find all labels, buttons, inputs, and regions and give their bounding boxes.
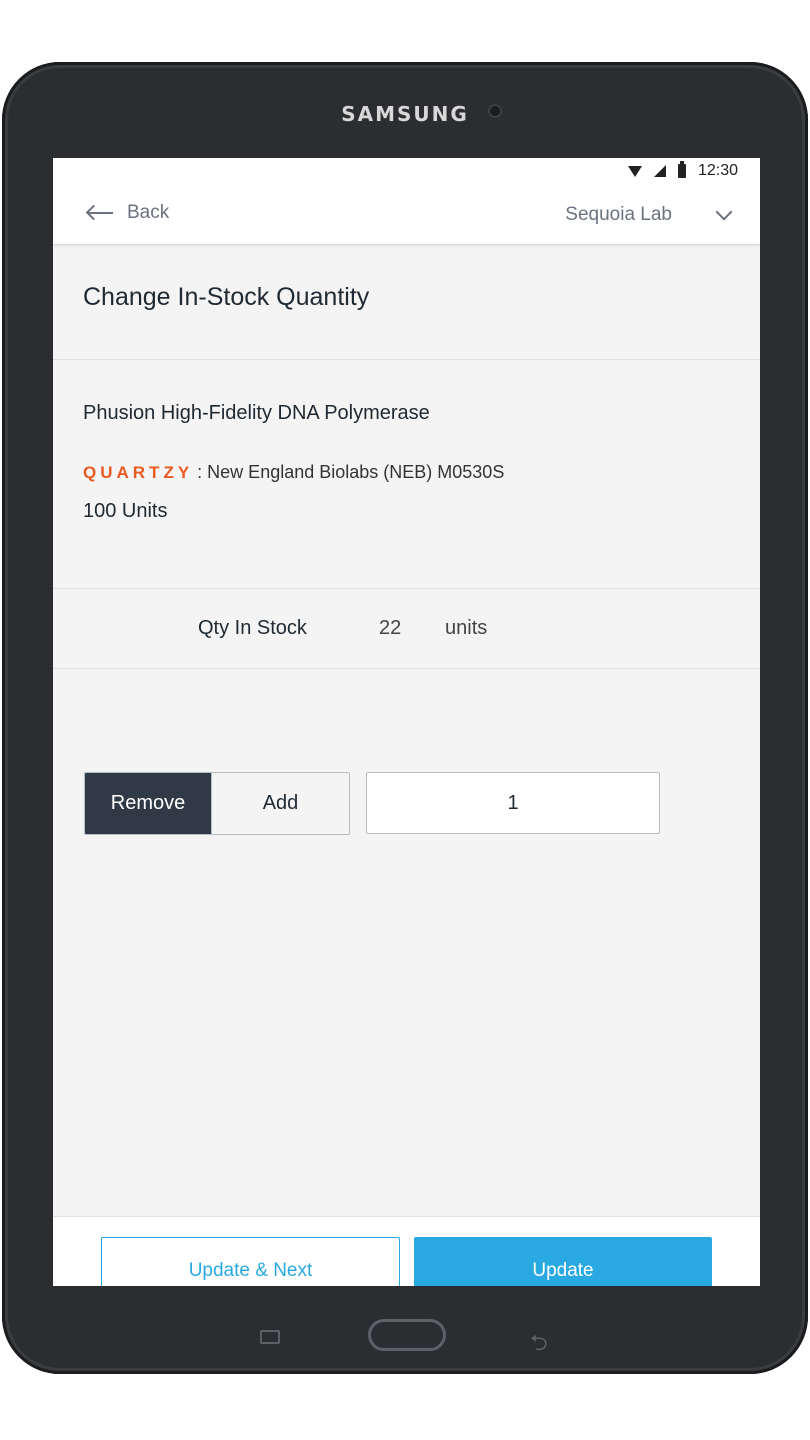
back-label: Back bbox=[127, 202, 170, 223]
product-info: Phusion High-Fidelity DNA Polymerase QUA… bbox=[53, 360, 760, 589]
status-time: 12:30 bbox=[697, 162, 738, 179]
chevron-down-icon bbox=[715, 203, 733, 221]
quantity-input[interactable] bbox=[366, 772, 660, 834]
device-brand: SAMSUNG bbox=[2, 102, 808, 126]
footer-actions: Update & Next Update bbox=[53, 1216, 760, 1286]
remove-button[interactable]: Remove bbox=[85, 773, 211, 834]
add-button[interactable]: Add bbox=[211, 773, 349, 834]
title-section: Change In-Stock Quantity bbox=[53, 245, 760, 360]
screen: 12:30 Back Sequoia Lab Change In-Stock Q… bbox=[53, 158, 760, 1286]
stock-unit: units bbox=[445, 617, 488, 639]
tablet-device: SAMSUNG 12:30 Back Sequoia Lab Change In… bbox=[2, 62, 808, 1374]
status-bar: 12:30 bbox=[53, 158, 760, 186]
remove-add-toggle: Remove Add bbox=[84, 772, 350, 835]
front-camera bbox=[490, 106, 500, 116]
recent-apps-key-icon[interactable] bbox=[260, 1330, 280, 1344]
supplier-text: : New England Biolabs (NEB) M0530S bbox=[197, 462, 505, 482]
update-next-button[interactable]: Update & Next bbox=[101, 1237, 400, 1286]
signal-icon bbox=[653, 165, 666, 177]
battery-icon bbox=[677, 161, 686, 178]
back-arrow-icon bbox=[85, 203, 115, 223]
back-button[interactable]: Back bbox=[85, 202, 169, 224]
home-key[interactable] bbox=[368, 1319, 446, 1351]
product-size: 100 Units bbox=[83, 500, 168, 522]
stock-label: Qty In Stock bbox=[198, 617, 307, 639]
app-bar: Back Sequoia Lab bbox=[53, 186, 760, 245]
update-button[interactable]: Update bbox=[414, 1237, 712, 1286]
lab-selector[interactable]: Sequoia Lab bbox=[565, 203, 733, 226]
stock-value: 22 bbox=[379, 617, 402, 639]
lab-name: Sequoia Lab bbox=[565, 204, 672, 225]
quartzy-logo: QUARTZY bbox=[83, 463, 194, 482]
back-key-icon[interactable]: ⮌ bbox=[530, 1326, 548, 1364]
wifi-icon bbox=[627, 165, 642, 177]
brand-label: SAMSUNG bbox=[341, 102, 469, 126]
page-title: Change In-Stock Quantity bbox=[83, 283, 370, 311]
stock-row: Qty In Stock 22 units bbox=[53, 589, 760, 669]
supplier-line: QUARTZY : New England Biolabs (NEB) M053… bbox=[83, 462, 504, 483]
product-name: Phusion High-Fidelity DNA Polymerase bbox=[83, 402, 430, 424]
status-icons: 12:30 bbox=[627, 161, 738, 180]
